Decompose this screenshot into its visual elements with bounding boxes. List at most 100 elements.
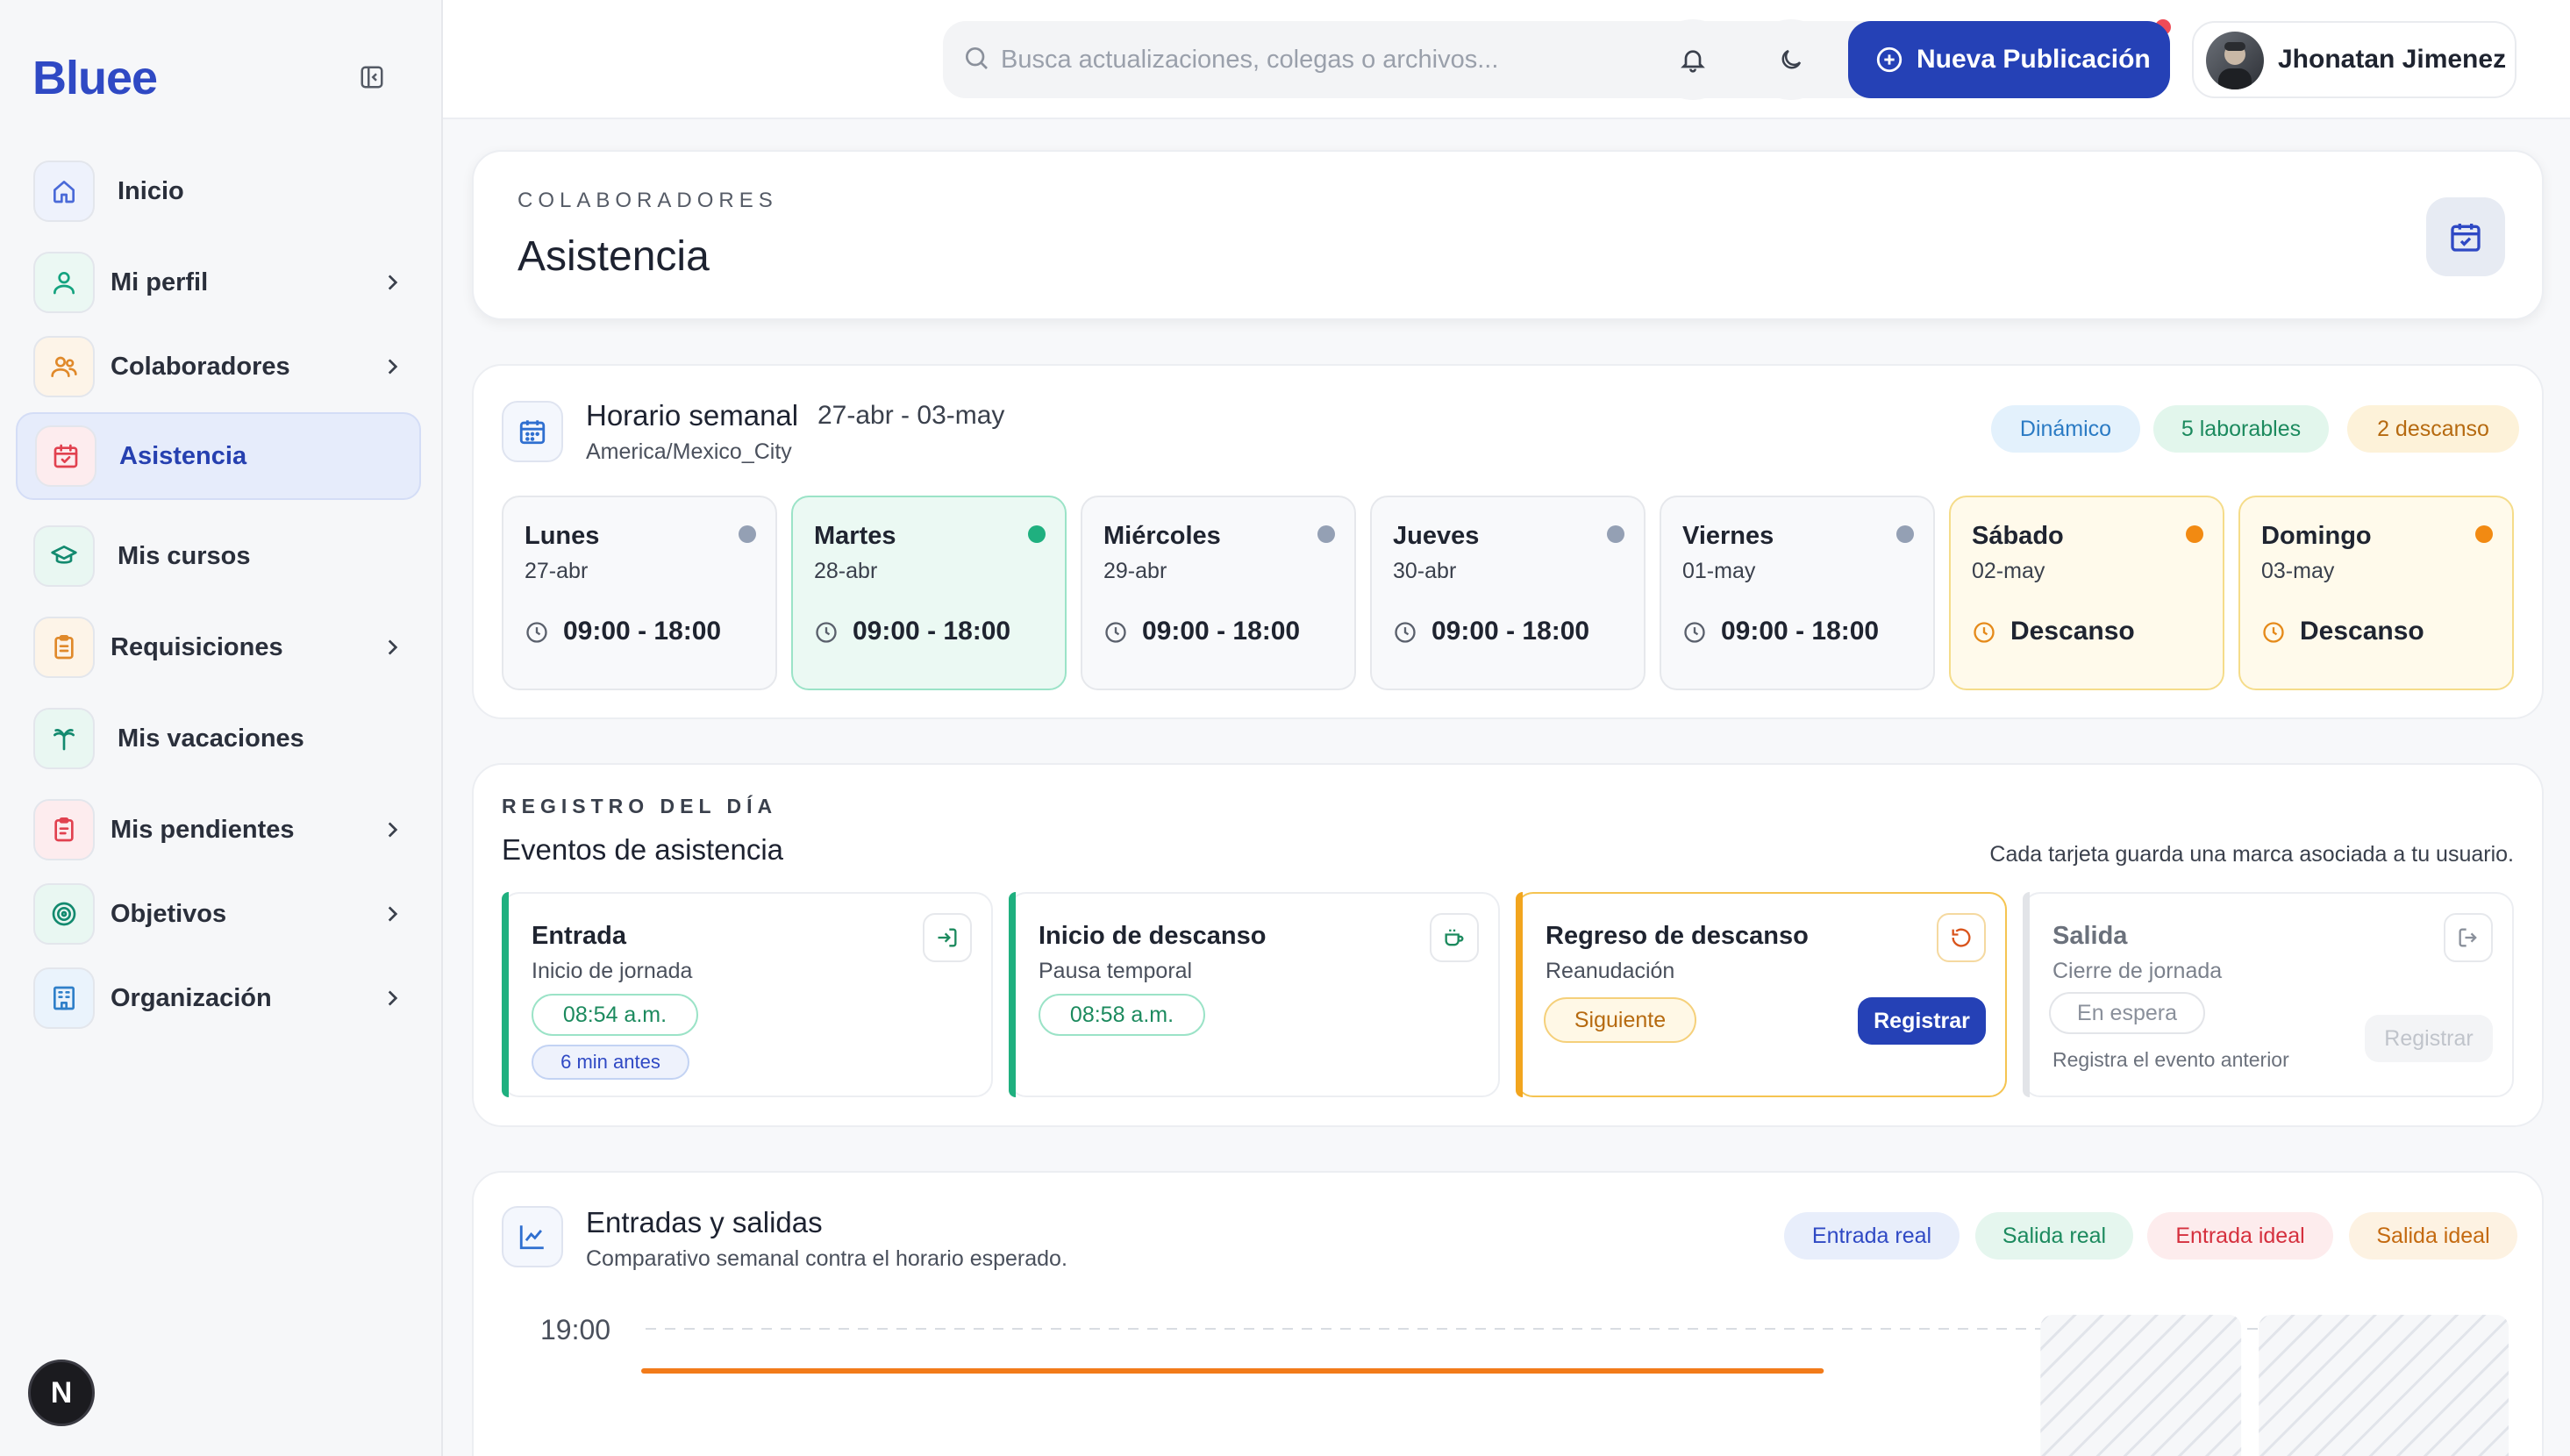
sidebar-collapse-button[interactable] bbox=[354, 60, 389, 95]
clock-icon bbox=[526, 622, 547, 643]
legend-item[interactable]: Salida real bbox=[1975, 1212, 2133, 1260]
events-title: Eventos de asistencia bbox=[502, 833, 784, 866]
day-date: 28-abr bbox=[814, 559, 878, 583]
clock-icon bbox=[1974, 622, 1995, 643]
clock-icon bbox=[1105, 622, 1126, 643]
day-status-dot bbox=[739, 525, 756, 543]
users-icon bbox=[51, 356, 77, 377]
register-button-disabled[interactable]: Registrar bbox=[2365, 1015, 2493, 1062]
event-card-salida: Salida Cierre de jornada En espera Regis… bbox=[2023, 892, 2514, 1097]
chevron-right-icon bbox=[379, 353, 405, 380]
schedule-title: Horario semanal bbox=[586, 399, 799, 432]
line-chart-icon bbox=[519, 1225, 544, 1250]
sidebar-item-label: Mis pendientes bbox=[111, 815, 295, 844]
sidebar-item-organización[interactable]: Organización bbox=[16, 954, 421, 1042]
schedule-pill: 2 descanso bbox=[2347, 405, 2519, 453]
schedule-pill: 5 laborables bbox=[2153, 405, 2329, 453]
avatar bbox=[2206, 32, 2264, 89]
theme-toggle-button[interactable] bbox=[1751, 19, 1831, 100]
chevron-right-icon bbox=[379, 817, 405, 843]
weekly-schedule-card: Horario semanal 27-abr - 03-may America/… bbox=[472, 364, 2544, 719]
schedule-timezone: America/Mexico_City bbox=[586, 439, 792, 464]
register-button[interactable]: Registrar bbox=[1858, 997, 1986, 1045]
sidebar: Bluee Inicio Mi perfil Colaboradores Asiste… bbox=[0, 0, 443, 1456]
day-card-sábado[interactable]: Sábado 02-may Descanso bbox=[1949, 496, 2224, 690]
search-placeholder: Busca actualizaciones, colegas o archivo… bbox=[1001, 45, 1499, 74]
rest-day-area-sábado bbox=[2040, 1315, 2242, 1456]
day-card-martes[interactable]: Martes 28-abr 09:00 - 18:00 bbox=[791, 496, 1067, 690]
event-icon-box bbox=[2444, 913, 2493, 962]
day-date: 30-abr bbox=[1393, 559, 1457, 583]
graduation-icon bbox=[51, 546, 77, 564]
notifications-button[interactable] bbox=[1653, 19, 1733, 100]
nav-icon-box bbox=[33, 336, 95, 397]
y-tick-label: 19:00 bbox=[540, 1314, 610, 1345]
clock-icon bbox=[1684, 622, 1705, 643]
nav-icon-box bbox=[33, 799, 95, 860]
sidebar-item-colaboradores[interactable]: Colaboradores bbox=[16, 323, 421, 410]
nav-icon-box bbox=[33, 617, 95, 678]
day-status-dot bbox=[1317, 525, 1335, 543]
day-time: 09:00 - 18:00 bbox=[1721, 617, 1880, 646]
day-date: 27-abr bbox=[525, 559, 589, 583]
event-accent bbox=[502, 892, 509, 1097]
chart-subtitle: Comparativo semanal contra el horario es… bbox=[586, 1246, 1067, 1271]
day-card-viernes[interactable]: Viernes 01-may 09:00 - 18:00 bbox=[1660, 496, 1935, 690]
sidebar-item-mis-cursos[interactable]: Mis cursos bbox=[16, 512, 421, 600]
sidebar-item-mis-vacaciones[interactable]: Mis vacaciones bbox=[16, 695, 421, 782]
new-post-button[interactable]: Nueva Publicación bbox=[1848, 21, 2170, 98]
sidebar-item-label: Mi perfil bbox=[111, 268, 209, 296]
sidebar-item-requisiciones[interactable]: Requisiciones bbox=[16, 603, 421, 691]
clipboard-icon bbox=[54, 635, 74, 660]
day-card-miércoles[interactable]: Miércoles 29-abr 09:00 - 18:00 bbox=[1081, 496, 1356, 690]
target-icon bbox=[52, 902, 76, 926]
sidebar-item-label: Asistencia bbox=[119, 441, 247, 470]
sidebar-item-mis-pendientes[interactable]: Mis pendientes bbox=[16, 786, 421, 874]
day-card-jueves[interactable]: Jueves 30-abr 09:00 - 18:00 bbox=[1370, 496, 1646, 690]
day-card-lunes[interactable]: Lunes 27-abr 09:00 - 18:00 bbox=[502, 496, 777, 690]
nav-icon-box bbox=[33, 525, 95, 587]
sidebar-item-label: Objetivos bbox=[111, 899, 227, 928]
legend-item[interactable]: Salida ideal bbox=[2349, 1212, 2517, 1260]
sidebar-item-mi-perfil[interactable]: Mi perfil bbox=[16, 239, 421, 326]
day-status-dot bbox=[1607, 525, 1624, 543]
app-logo[interactable]: Bluee bbox=[32, 51, 158, 105]
day-date: 03-may bbox=[2261, 559, 2335, 583]
nav-icon-box bbox=[33, 252, 95, 313]
clipboard-list-icon bbox=[54, 817, 74, 842]
nav-icon-box bbox=[33, 883, 95, 945]
bell-icon bbox=[1681, 50, 1705, 73]
day-date: 01-may bbox=[1682, 559, 1756, 583]
new-post-label: Nueva Publicación bbox=[1917, 45, 2151, 74]
dev-badge[interactable]: N bbox=[28, 1360, 95, 1426]
schedule-pill: Dinámico bbox=[1991, 405, 2140, 453]
day-time: 09:00 - 18:00 bbox=[853, 617, 1011, 646]
user-name: Jhonatan Jimenez bbox=[2278, 45, 2507, 74]
day-status-dot bbox=[1028, 525, 1046, 543]
clock-icon bbox=[2263, 622, 2284, 643]
sidebar-item-objetivos[interactable]: Objetivos bbox=[16, 870, 421, 958]
day-name: Jueves bbox=[1393, 522, 1480, 550]
legend-item[interactable]: Entrada ideal bbox=[2147, 1212, 2333, 1260]
sidebar-item-inicio[interactable]: Inicio bbox=[16, 147, 421, 235]
clock-icon bbox=[1395, 622, 1416, 643]
sidebar-item-label: Organización bbox=[111, 983, 272, 1012]
day-card-domingo[interactable]: Domingo 03-may Descanso bbox=[2238, 496, 2514, 690]
user-menu-button[interactable]: Jhonatan Jimenez bbox=[2192, 21, 2516, 98]
calendar-button[interactable] bbox=[2426, 197, 2505, 276]
day-name: Martes bbox=[814, 522, 896, 550]
chevron-right-icon bbox=[379, 901, 405, 927]
nav-icon-box bbox=[33, 708, 95, 769]
page-title: Asistencia bbox=[518, 233, 710, 280]
event-accent bbox=[2023, 892, 2030, 1097]
schedule-range: 27-abr - 03-may bbox=[817, 401, 1005, 430]
page-header-card: COLABORADORES Asistencia bbox=[472, 150, 2544, 320]
schedule-icon-box bbox=[502, 401, 563, 462]
sidebar-item-asistencia[interactable]: Asistencia bbox=[16, 412, 421, 500]
chevron-right-icon bbox=[379, 985, 405, 1011]
legend-item[interactable]: Entrada real bbox=[1784, 1212, 1960, 1260]
event-delta-chip: 6 min antes bbox=[532, 1045, 689, 1080]
nav-icon-box bbox=[33, 161, 95, 222]
chevron-right-icon bbox=[379, 634, 405, 660]
event-icon-box bbox=[1430, 913, 1479, 962]
